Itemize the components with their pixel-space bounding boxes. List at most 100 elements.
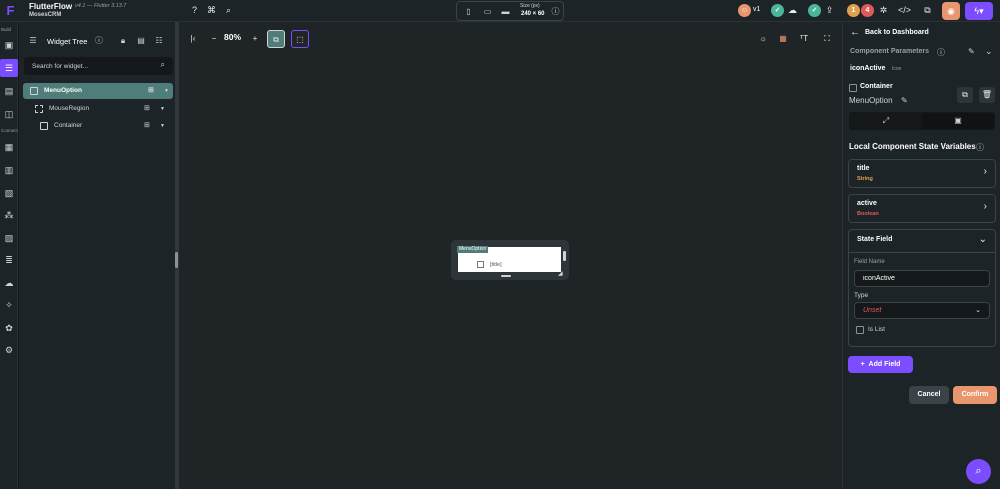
settings-gear-icon[interactable]: ⚙ [3, 344, 15, 356]
preview-tag: MenuOption [457, 246, 489, 253]
lock-icon[interactable]: 🔒︎ [117, 35, 129, 47]
command-palette-icon[interactable]: ⌘ [205, 4, 218, 17]
info-icon[interactable]: ⓘ [976, 142, 984, 153]
check-status-icon-2[interactable]: ✓ [808, 4, 821, 17]
filter-icon[interactable]: ☷ [153, 35, 165, 47]
help-icon[interactable]: ? [188, 4, 201, 17]
api-calls-icon[interactable]: ▧ [3, 187, 15, 199]
resize-handle-bottom[interactable] [501, 275, 511, 277]
collapse-all-icon[interactable]: ▤ [135, 35, 147, 47]
zoom-level[interactable]: 80% [224, 32, 241, 42]
zoom-in-button[interactable]: + [247, 31, 263, 47]
state-field-card-title[interactable]: title String › [848, 159, 996, 188]
tree-node-menuoption[interactable]: MenuOption ⊞ ▼ [23, 83, 173, 99]
desktop-icon[interactable]: ▬ [500, 6, 511, 17]
state-field-header[interactable]: State Field [857, 236, 892, 243]
search-icon[interactable]: ⌕ [222, 4, 235, 17]
container-widget-icon [849, 84, 857, 92]
edit-pencil-icon[interactable]: ✎ [901, 96, 908, 105]
bug-icon[interactable]: ✲ [877, 4, 890, 17]
code-icon[interactable]: </> [898, 4, 911, 17]
zoom-out-button[interactable]: − [206, 31, 222, 47]
size-value[interactable]: 240 × 60 [521, 11, 545, 17]
text-scale-icon[interactable]: ᵀT [796, 31, 812, 47]
cloud-functions-icon[interactable]: ☁ [3, 277, 15, 289]
tablet-icon[interactable]: ▭ [482, 6, 493, 17]
is-list-checkbox[interactable] [856, 326, 864, 334]
confirm-button[interactable]: Confirm [953, 386, 997, 404]
media-assets-icon[interactable]: ▨ [3, 232, 15, 244]
version-avatar-icon[interactable]: ☺ [738, 4, 751, 17]
components-icon[interactable]: ◫ [3, 108, 15, 120]
info-icon[interactable]: ⓘ [937, 47, 945, 58]
resize-corner-icon[interactable]: ◢ [558, 270, 563, 277]
canvas-settings-icon[interactable]: ⛶ [819, 31, 835, 47]
chevron-right-icon[interactable]: › [984, 166, 987, 177]
pages-icon[interactable]: ▣ [3, 39, 15, 51]
chat-icon[interactable]: ☁ [786, 4, 799, 17]
back-arrow-icon[interactable]: ← [850, 27, 860, 38]
tree-node-label: Container [54, 122, 83, 129]
state-tab-icon[interactable]: ▣ [922, 113, 994, 129]
field-name-input[interactable] [854, 270, 990, 287]
warning-count-badge[interactable]: 1 [847, 4, 860, 17]
storyboard-icon[interactable]: ▤ [3, 85, 15, 97]
cancel-button[interactable]: Cancel [909, 386, 949, 404]
delete-trash-icon[interactable]: 🗑︎ [979, 87, 995, 103]
flutterflow-logo[interactable]: F [3, 3, 18, 18]
state-field-card-active[interactable]: active Boolean › [848, 194, 996, 223]
project-name[interactable]: MosesCRM [29, 12, 61, 18]
help-search-icon[interactable]: ⌕ [966, 459, 991, 484]
type-select[interactable]: Unset ⌄ [854, 302, 990, 319]
error-count-badge[interactable]: 4 [861, 4, 874, 17]
check-status-icon[interactable]: ✓ [771, 4, 784, 17]
run-bolt-icon[interactable]: ϟ▾ [965, 2, 993, 20]
fit-to-screen-icon[interactable]: ⧉ [267, 30, 285, 48]
calculator-icon[interactable]: ▦ [775, 31, 791, 47]
custom-code-icon[interactable]: ≣ [3, 254, 15, 266]
chevron-down-icon[interactable]: ⌄ [985, 46, 993, 57]
component-preview-frame[interactable]: [title] MenuOption ◢ [451, 240, 569, 280]
tree-node-container[interactable]: Container ⊞ ▼ [36, 118, 173, 134]
add-child-icon[interactable]: ⊞ [148, 83, 154, 99]
add-field-label: Add Field [868, 361, 901, 368]
agents-icon[interactable]: ✧ [3, 299, 15, 311]
info-icon[interactable]: ⓘ [550, 6, 561, 17]
add-child-icon[interactable]: ⊞ [144, 118, 150, 134]
plus-icon: + [860, 361, 869, 368]
theme-icon[interactable]: ✿ [3, 322, 15, 334]
tree-node-mouseregion[interactable]: MouseRegion ⊞ ▼ [32, 101, 173, 117]
widget-type-label: Container [860, 83, 893, 90]
connect-label: Connect [1, 128, 18, 133]
container-icon [40, 122, 48, 130]
back-to-dashboard-link[interactable]: Back to Dashboard [865, 29, 929, 36]
database-icon[interactable]: ▦ [3, 141, 15, 153]
data-types-icon[interactable]: ▥ [3, 164, 15, 176]
info-icon[interactable]: ⓘ [93, 35, 105, 47]
duplicate-icon[interactable]: ⧉ [957, 87, 973, 103]
add-child-icon[interactable]: ⊞ [144, 101, 150, 117]
chevron-down-icon[interactable]: ⌄ [979, 234, 987, 245]
app-state-icon[interactable]: ⁂ [3, 209, 15, 221]
chevron-down-icon[interactable]: ▼ [160, 118, 165, 134]
version-badge[interactable]: v1 [753, 6, 760, 13]
external-link-icon[interactable]: ⧉ [921, 4, 934, 17]
share-icon[interactable]: ⇪ [823, 4, 836, 17]
chevron-down-icon[interactable]: ▼ [160, 101, 165, 117]
chevron-down-icon[interactable]: ▼ [164, 83, 169, 99]
light-mode-icon[interactable]: ☼ [755, 31, 771, 47]
preview-eye-icon[interactable]: ◉ [942, 2, 960, 20]
search-icon[interactable]: ⌕ [161, 60, 165, 70]
add-field-button[interactable]: + Add Field [848, 356, 913, 373]
chevron-right-icon[interactable]: › [984, 201, 987, 212]
collapse-panel-icon[interactable]: |‹ [185, 31, 201, 47]
preview-scrollbar[interactable] [563, 251, 566, 261]
phone-icon[interactable]: ▯ [463, 6, 474, 17]
widget-name[interactable]: MenuOption [849, 96, 893, 105]
splitter-handle[interactable] [175, 252, 178, 268]
widget-search-input[interactable] [32, 61, 152, 71]
edit-pencil-icon[interactable]: ✎ [968, 47, 975, 56]
widget-tree-icon[interactable]: ☰ [0, 59, 18, 77]
select-mode-icon[interactable]: ⬚ [291, 30, 309, 48]
properties-tab-icon[interactable]: ⤢ [850, 113, 922, 129]
